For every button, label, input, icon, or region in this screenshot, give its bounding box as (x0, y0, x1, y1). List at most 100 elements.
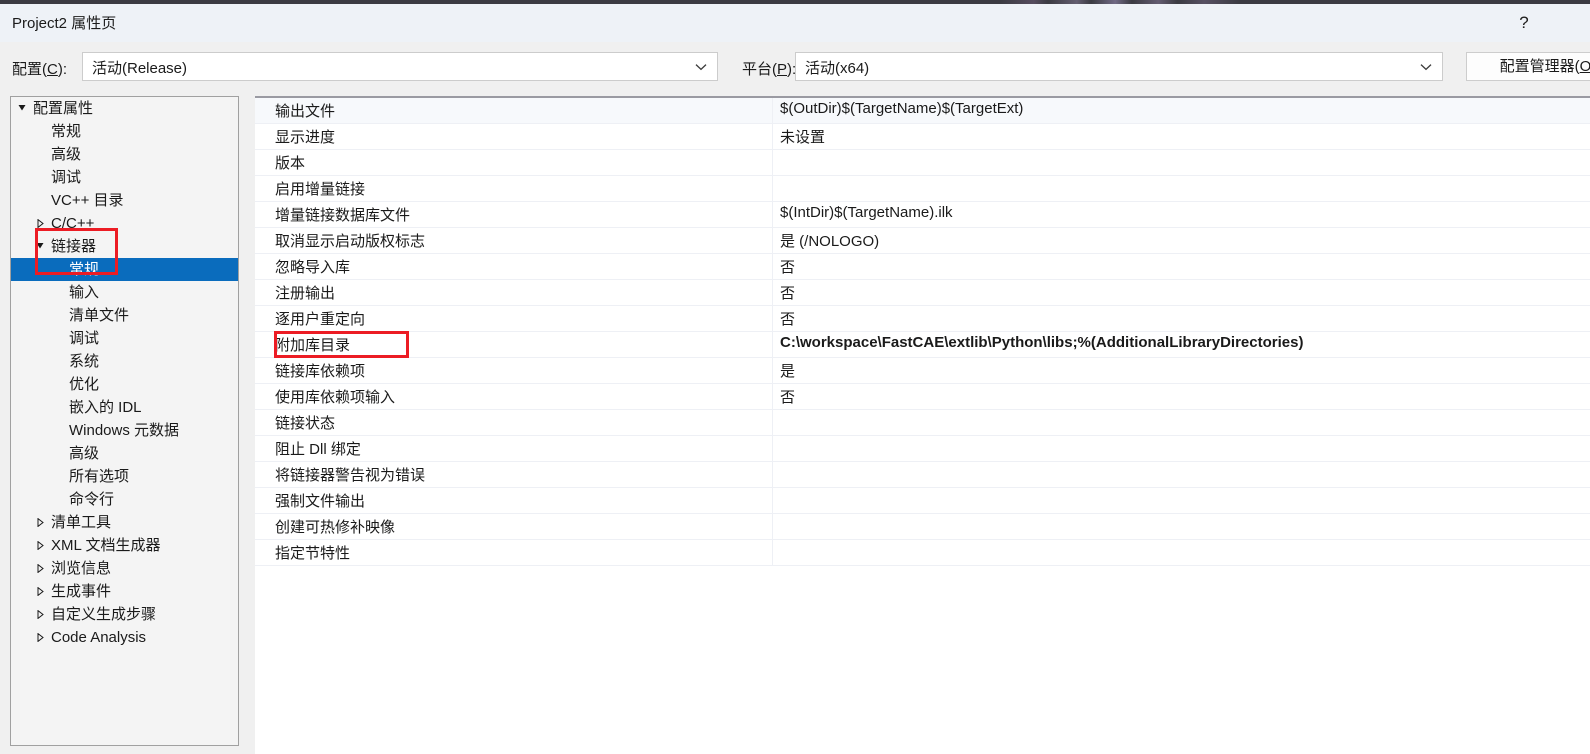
tree-item[interactable]: 清单工具 (11, 511, 238, 534)
twisty-collapsed-icon[interactable] (33, 534, 47, 557)
property-row[interactable]: 增量链接数据库文件 $(IntDir)$(TargetName).ilk (255, 202, 1590, 228)
property-name: 将链接器警告视为错误 (275, 467, 426, 484)
property-row[interactable]: 输出文件 $(OutDir)$(TargetName)$(TargetExt) (255, 98, 1590, 124)
property-value[interactable]: 是 (780, 360, 795, 381)
property-name: 链接库依赖项 (275, 363, 366, 380)
column-divider (772, 514, 773, 539)
tree-item[interactable]: 配置属性 (11, 97, 238, 120)
tree-item[interactable]: Windows 元数据 (11, 419, 238, 442)
property-value[interactable]: 是 (/NOLOGO) (780, 230, 879, 251)
property-row[interactable]: 链接库依赖项 是 (255, 358, 1590, 384)
tree-item[interactable]: XML 文档生成器 (11, 534, 238, 557)
property-name: 增量链接数据库文件 (275, 207, 411, 224)
property-value[interactable]: 否 (780, 282, 795, 303)
tree-item-selected[interactable]: 常规 (11, 258, 238, 281)
tree-item[interactable]: 常规 (11, 120, 238, 143)
platform-label-mnemonic: P (777, 61, 788, 78)
tree-item[interactable]: 系统 (11, 350, 238, 373)
property-value[interactable]: $(IntDir)$(TargetName).ilk (780, 204, 953, 221)
tree-item[interactable]: 命令行 (11, 488, 238, 511)
help-icon[interactable]: ? (1511, 10, 1537, 36)
column-divider (772, 462, 773, 487)
property-row[interactable]: 阻止 Dll 绑定 (255, 436, 1590, 462)
tree-item[interactable]: 嵌入的 IDL (11, 396, 238, 419)
property-row[interactable]: 版本 (255, 150, 1590, 176)
tree-item-label: 配置属性 (33, 100, 94, 117)
property-row[interactable]: 逐用户重定向 否 (255, 306, 1590, 332)
property-row[interactable]: 指定节特性 (255, 540, 1590, 566)
twisty-collapsed-icon[interactable] (33, 511, 47, 534)
twisty-collapsed-icon[interactable] (33, 212, 47, 235)
tree-item[interactable]: 链接器 (11, 235, 238, 258)
configuration-manager-prefix: 配置管理器( (1499, 58, 1580, 75)
tree-item-label: 调试 (69, 330, 100, 347)
property-row[interactable]: 使用库依赖项输入 否 (255, 384, 1590, 410)
property-row[interactable]: 创建可热修补映像 (255, 514, 1590, 540)
twisty-expanded-icon[interactable] (15, 97, 29, 120)
tree-item[interactable]: 输入 (11, 281, 238, 304)
property-row[interactable]: 强制文件输出 (255, 488, 1590, 514)
tree-item[interactable]: Code Analysis (11, 626, 238, 649)
tree-item[interactable]: 优化 (11, 373, 238, 396)
column-divider (772, 540, 773, 565)
tree-item[interactable]: C/C++ (11, 212, 238, 235)
tree-item-label: 调试 (51, 169, 82, 186)
twisty-collapsed-icon[interactable] (33, 603, 47, 626)
tree-item[interactable]: 高级 (11, 143, 238, 166)
column-divider (772, 306, 773, 331)
tree-item-label: 系统 (69, 353, 100, 370)
column-divider (772, 384, 773, 409)
tree-item[interactable]: 所有选项 (11, 465, 238, 488)
twisty-collapsed-icon[interactable] (33, 580, 47, 603)
tree-item[interactable]: 自定义生成步骤 (11, 603, 238, 626)
property-row[interactable]: 附加库目录 C:\workspace\FastCAE\extlib\Python\… (255, 332, 1590, 358)
property-name: 启用增量链接 (275, 181, 366, 198)
tree-item[interactable]: 清单文件 (11, 304, 238, 327)
property-row[interactable]: 显示进度 未设置 (255, 124, 1590, 150)
column-divider (772, 176, 773, 201)
property-value[interactable]: 否 (780, 308, 795, 329)
property-row[interactable]: 将链接器警告视为错误 (255, 462, 1590, 488)
twisty-collapsed-icon[interactable] (33, 626, 47, 649)
configuration-label-mnemonic: C (47, 61, 58, 78)
tree-item[interactable]: 高级 (11, 442, 238, 465)
column-divider (772, 228, 773, 253)
property-grid[interactable]: 输出文件 $(OutDir)$(TargetName)$(TargetExt) 显示… (255, 96, 1590, 754)
property-value[interactable]: C:\workspace\FastCAE\extlib\Python\libs;… (780, 334, 1303, 351)
column-divider (772, 280, 773, 305)
property-value[interactable]: $(OutDir)$(TargetName)$(TargetExt) (780, 100, 1023, 117)
column-divider (772, 202, 773, 227)
tree-item[interactable]: 浏览信息 (11, 557, 238, 580)
configuration-manager-button[interactable]: 配置管理器(O) (1466, 52, 1590, 81)
column-divider (772, 124, 773, 149)
property-row[interactable]: 忽略导入库 否 (255, 254, 1590, 280)
property-name: 使用库依赖项输入 (275, 389, 396, 406)
property-pages-tree[interactable]: 配置属性 常规 高级 调试 VC++ 目录 C/C++ 链接器 常规 输入 清单文件 调试 系统 优化嵌… (10, 96, 239, 746)
twisty-expanded-icon[interactable] (33, 235, 47, 258)
panel-splitter[interactable] (245, 96, 249, 746)
property-name: 取消显示启动版权标志 (275, 233, 426, 250)
property-value[interactable]: 未设置 (780, 126, 825, 147)
property-row[interactable]: 取消显示启动版权标志 是 (/NOLOGO) (255, 228, 1590, 254)
tree-item[interactable]: 调试 (11, 327, 238, 350)
tree-item-label: XML 文档生成器 (51, 537, 161, 554)
tree-item[interactable]: VC++ 目录 (11, 189, 238, 212)
tree-item-label: 命令行 (69, 491, 115, 508)
tree-item-label: Code Analysis (51, 629, 147, 646)
property-value[interactable]: 否 (780, 256, 795, 277)
property-row[interactable]: 链接状态 (255, 410, 1590, 436)
tree-item-label: 输入 (69, 284, 100, 301)
platform-dropdown[interactable]: 活动(x64) (795, 52, 1443, 81)
twisty-collapsed-icon[interactable] (33, 557, 47, 580)
column-divider (772, 332, 773, 357)
property-row[interactable]: 注册输出 否 (255, 280, 1590, 306)
configuration-dropdown-value: 活动(Release) (92, 60, 188, 77)
tree-item[interactable]: 生成事件 (11, 580, 238, 603)
tree-item[interactable]: 调试 (11, 166, 238, 189)
property-value[interactable]: 否 (780, 386, 795, 407)
configuration-dropdown[interactable]: 活动(Release) (82, 52, 718, 81)
chevron-down-icon (694, 53, 708, 80)
property-name: 创建可热修补映像 (275, 519, 396, 536)
property-row[interactable]: 启用增量链接 (255, 176, 1590, 202)
property-name: 附加库目录 (275, 337, 351, 354)
